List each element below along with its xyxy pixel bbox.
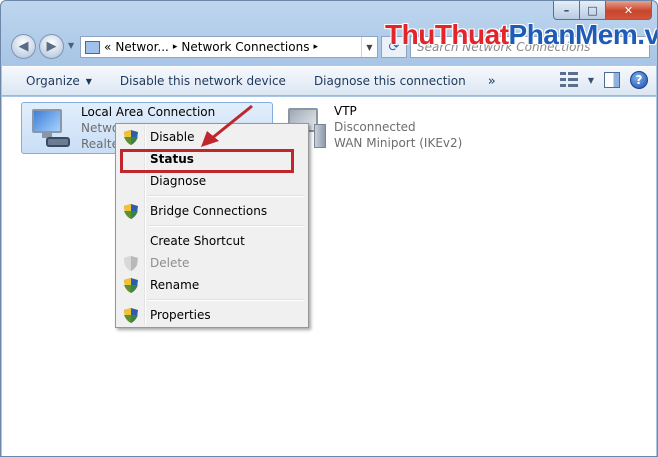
more-commands-button[interactable]: » xyxy=(480,66,504,96)
address-dropdown-icon[interactable]: ▼ xyxy=(361,37,377,57)
breadcrumb-separator-icon[interactable]: ▸ xyxy=(173,42,178,52)
close-button[interactable]: ✕ xyxy=(606,1,652,20)
uac-shield-icon xyxy=(124,278,138,293)
annotation-highlight-box xyxy=(120,149,294,173)
organize-button[interactable]: Organize ▼ xyxy=(2,66,106,96)
breadcrumb-overflow[interactable]: « xyxy=(104,40,111,54)
menu-separator xyxy=(148,296,306,304)
menu-item-create-shortcut[interactable]: Create Shortcut xyxy=(118,230,306,252)
address-bar[interactable]: « Networ... ▸ Network Connections ▸ ▼ xyxy=(80,36,378,58)
forward-button[interactable]: ▶ xyxy=(39,34,64,59)
preview-pane-icon[interactable] xyxy=(604,72,620,88)
menu-separator xyxy=(148,192,306,200)
uac-shield-icon xyxy=(124,130,138,145)
uac-shield-icon xyxy=(124,204,138,219)
connection-item-vtp[interactable]: VTP Disconnected WAN Miniport (IKEv2) xyxy=(278,102,518,154)
view-dropdown-icon[interactable]: ▼ xyxy=(588,76,594,85)
breadcrumb-network[interactable]: Networ... xyxy=(115,40,169,54)
caption-buttons: – □ ✕ xyxy=(553,1,652,20)
disable-device-button[interactable]: Disable this network device xyxy=(106,66,300,96)
connection-status: Disconnected xyxy=(334,120,416,134)
connection-device: WAN Miniport (IKEv2) xyxy=(334,136,463,150)
diagnose-connection-button[interactable]: Diagnose this connection xyxy=(300,66,480,96)
menu-separator xyxy=(148,222,306,230)
menu-item-rename[interactable]: Rename xyxy=(118,274,306,296)
back-arrow-icon: ◀ xyxy=(18,39,29,54)
back-button[interactable]: ◀ xyxy=(11,34,36,59)
explorer-window: – □ ✕ ◀ ▶ ▼ « Networ... ▸ Network Connec… xyxy=(0,0,658,457)
annotation-arrow-icon xyxy=(201,104,253,147)
uac-shield-icon xyxy=(124,256,138,271)
forward-arrow-icon: ▶ xyxy=(46,39,57,54)
change-view-icon[interactable] xyxy=(559,72,578,88)
breadcrumb-network-connections[interactable]: Network Connections xyxy=(181,40,309,54)
connection-name: VTP xyxy=(334,104,357,118)
breadcrumb-separator-icon[interactable]: ▸ xyxy=(313,42,318,52)
uac-shield-icon xyxy=(124,308,138,323)
menu-item-bridge-connections[interactable]: Bridge Connections xyxy=(118,200,306,222)
connections-list: Local Area Connection Netwo Realtek VTP … xyxy=(2,97,656,456)
network-adapter-icon xyxy=(28,107,74,151)
help-icon[interactable]: ? xyxy=(630,71,648,89)
connection-name: Local Area Connection xyxy=(81,105,216,119)
maximize-button[interactable]: □ xyxy=(580,1,606,20)
menu-item-properties[interactable]: Properties xyxy=(118,304,306,326)
network-folder-icon xyxy=(85,40,100,54)
watermark-logo: ThuThuatPhanMem.vn xyxy=(385,19,657,50)
chevron-down-icon: ▼ xyxy=(85,76,92,86)
minimize-button[interactable]: – xyxy=(553,1,580,20)
menu-item-delete: Delete xyxy=(118,252,306,274)
command-bar-right: ▼ ? xyxy=(559,71,648,89)
recent-pages-dropdown[interactable]: ▼ xyxy=(68,41,74,50)
command-bar: Organize ▼ Disable this network device Di… xyxy=(2,66,656,96)
menu-item-diagnose[interactable]: Diagnose xyxy=(118,170,306,192)
